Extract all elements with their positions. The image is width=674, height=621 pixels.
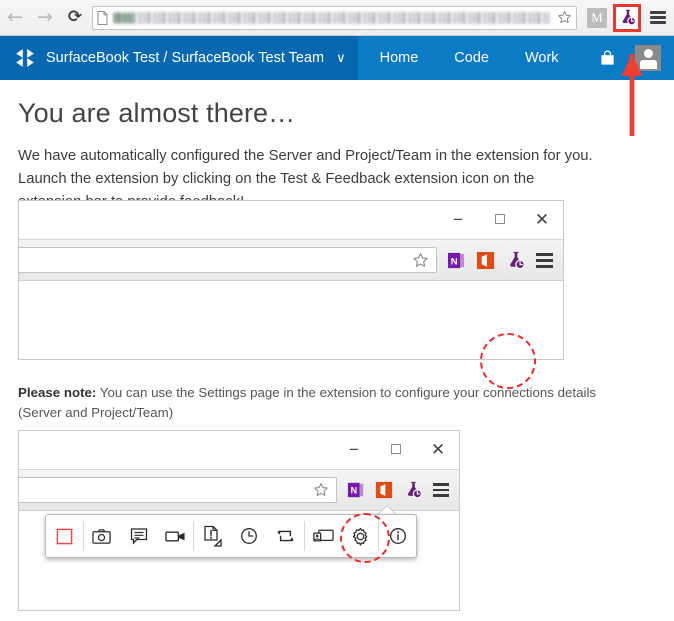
onenote-icon[interactable]: N [447, 251, 466, 270]
user-avatar[interactable] [634, 45, 661, 71]
maximize-icon[interactable]: □ [479, 211, 521, 229]
hamburger-menu-icon[interactable] [536, 250, 553, 271]
minimize-icon[interactable]: − [333, 440, 375, 460]
arrow-right-icon: → [37, 6, 53, 28]
office-icon[interactable] [375, 481, 393, 499]
browser-window-illustration-extension-icon: − □ ✕ N [18, 200, 564, 360]
illustration-two-address-bar[interactable] [19, 477, 337, 503]
refresh-session-icon[interactable] [268, 515, 305, 557]
create-bug-page-icon[interactable] [194, 515, 231, 557]
project-selector[interactable]: SurfaceBook Test / SurfaceBook Test Team… [0, 36, 358, 80]
nav-item-home[interactable]: Home [380, 50, 419, 66]
illustration-two-extension-icons: N [337, 480, 459, 500]
project-team-title: SurfaceBook Test / SurfaceBook Test Team [46, 50, 325, 66]
screen-capture-region-icon[interactable] [305, 515, 342, 557]
nav-item-work[interactable]: Work [525, 50, 559, 66]
maximize-icon[interactable]: □ [375, 441, 417, 459]
reload-button[interactable]: ⟳ [60, 3, 90, 33]
note-label: Please note: [18, 385, 97, 400]
screenshot-camera-icon[interactable] [84, 515, 121, 557]
arrow-left-icon: ← [7, 6, 23, 28]
test-and-feedback-flask-icon[interactable] [403, 480, 423, 500]
info-icon[interactable] [379, 515, 416, 557]
browser-toolbar: ← → ⟳ M [0, 0, 674, 36]
note-text: You can use the Settings page in the ext… [18, 385, 597, 420]
add-note-comment-icon[interactable] [120, 515, 157, 557]
minimize-icon[interactable]: − [437, 210, 479, 230]
office-icon[interactable] [476, 251, 495, 270]
extension-popup-toolbar [45, 514, 417, 558]
recent-history-clock-icon[interactable] [231, 515, 268, 557]
hamburger-menu-icon[interactable] [433, 480, 449, 500]
page-content: You are almost there… We have automatica… [0, 80, 674, 621]
star-outline-icon[interactable] [313, 482, 336, 498]
chevron-down-icon: ∨ [336, 50, 346, 65]
screen-recording-video-icon[interactable] [157, 515, 194, 557]
visual-studio-team-services-logo [16, 49, 34, 67]
illustration-one-extension-icons: N [437, 250, 563, 271]
page-title: You are almost there… [18, 98, 296, 128]
illustration-one-address-bar[interactable] [19, 247, 437, 273]
stop-capture-icon[interactable] [46, 515, 83, 557]
back-button[interactable]: ← [0, 3, 30, 33]
page-document-icon [93, 10, 111, 25]
address-bar-url-text [113, 11, 550, 24]
close-icon[interactable]: ✕ [521, 210, 563, 230]
illustration-one-titlebar: − □ ✕ [19, 201, 563, 239]
note-paragraph: Please note: You can use the Settings pa… [18, 383, 603, 423]
m-extension-button[interactable]: M [587, 7, 607, 28]
illustration-two-titlebar: − □ ✕ [19, 431, 459, 469]
illustration-one-page-area [19, 281, 563, 359]
reload-icon: ⟳ [67, 7, 83, 27]
close-icon[interactable]: ✕ [417, 440, 459, 460]
hamburger-menu-icon [650, 9, 666, 27]
nav-item-code[interactable]: Code [454, 50, 489, 66]
address-bar[interactable] [92, 5, 577, 30]
test-and-feedback-flask-icon [622, 9, 636, 26]
svg-text:N: N [451, 256, 458, 267]
main-navigation: Home Code Work [380, 50, 595, 66]
onenote-icon[interactable]: N [347, 481, 365, 499]
illustration-one-browser-toolbar: N [19, 239, 563, 281]
browser-menu-button[interactable] [645, 9, 671, 27]
shopping-bag-icon[interactable] [595, 49, 621, 67]
vsts-header-bar: SurfaceBook Test / SurfaceBook Test Team… [0, 36, 674, 80]
test-and-feedback-extension-button[interactable] [613, 3, 641, 32]
test-and-feedback-flask-icon[interactable] [505, 250, 526, 271]
header-actions: ••• [595, 45, 674, 71]
star-outline-icon[interactable] [412, 252, 436, 269]
star-outline-icon[interactable] [552, 10, 576, 25]
svg-text:N: N [351, 486, 358, 496]
forward-button[interactable]: → [30, 3, 60, 33]
settings-gear-icon[interactable] [342, 515, 379, 557]
